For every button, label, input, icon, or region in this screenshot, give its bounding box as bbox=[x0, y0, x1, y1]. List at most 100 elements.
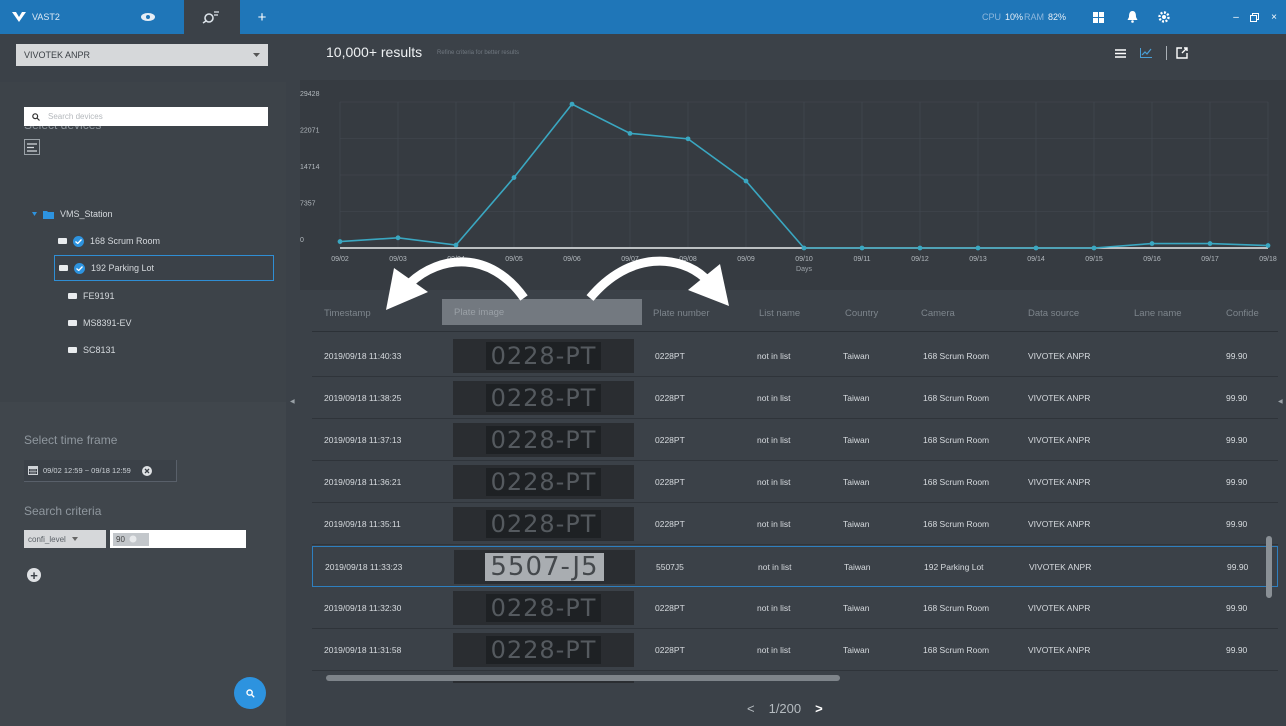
y-tick-label: 14714 bbox=[300, 164, 320, 171]
cell-country: Taiwan bbox=[843, 435, 870, 445]
criteria-value-input[interactable]: 90 bbox=[110, 530, 246, 548]
plate-image[interactable]: 0228-PT bbox=[453, 507, 634, 541]
column-header-country[interactable]: Country bbox=[845, 308, 878, 319]
settings-gear-icon[interactable] bbox=[1156, 9, 1172, 25]
tree-item-168-scrum-room[interactable]: 168 Scrum Room bbox=[58, 228, 160, 254]
results-table: Timestamp Plate image Plate number List … bbox=[312, 296, 1278, 683]
tree-item-vms-station[interactable]: VMS_Station bbox=[32, 201, 113, 227]
x-tick-label: 09/10 bbox=[795, 256, 813, 263]
search-button[interactable] bbox=[234, 677, 266, 709]
time-range-picker[interactable]: 09/02 12:59 ~ 09/18 12:59 bbox=[24, 460, 177, 482]
ram-value: 82% bbox=[1048, 12, 1067, 22]
plate-image[interactable]: 0228-PT bbox=[453, 381, 634, 415]
column-header-plate-image-dragging[interactable]: Plate image bbox=[442, 299, 642, 325]
table-row[interactable]: 2019/09/18 11:33:23 5507J5 not in list Taiw… bbox=[312, 546, 1278, 587]
plate-image[interactable]: 0228-PT bbox=[453, 465, 634, 499]
plate-image[interactable]: 0228-PT bbox=[453, 339, 634, 373]
plate-image[interactable]: 5507-J5 bbox=[454, 550, 635, 584]
checked-icon[interactable] bbox=[74, 262, 85, 274]
results-chart: 0 7357 14714 22071 29428 09/02 09/03 09/04 09/05… bbox=[300, 80, 1286, 290]
expand-panel-arrow-icon[interactable]: ◀ bbox=[1278, 398, 1283, 405]
add-tab-button[interactable]: + bbox=[252, 7, 272, 27]
tree-item-label: 192 Parking Lot bbox=[91, 263, 155, 273]
cell-data-source: VIVOTEK ANPR bbox=[1028, 393, 1091, 403]
criteria-field-select[interactable]: confi_level bbox=[24, 530, 106, 548]
camera-icon bbox=[59, 265, 68, 271]
cell-confidence: 99.90 bbox=[1226, 435, 1248, 445]
clear-icon[interactable] bbox=[141, 465, 152, 476]
table-row[interactable]: 2019/09/18 11:32:30 0228PT not in list Taiw… bbox=[312, 588, 1278, 629]
plate-image-text: 0228-PT bbox=[485, 510, 602, 538]
expand-arrow-icon bbox=[32, 211, 37, 216]
minimize-button[interactable]: – bbox=[1228, 9, 1244, 25]
add-criteria-button[interactable]: + bbox=[27, 568, 41, 582]
cell-plate-number: 0228PT bbox=[655, 645, 685, 655]
column-header-data-source[interactable]: Data source bbox=[1028, 308, 1079, 319]
search-icon bbox=[32, 112, 40, 121]
column-header-camera[interactable]: Camera bbox=[921, 308, 955, 319]
data-point bbox=[1149, 241, 1155, 246]
toolbar-divider bbox=[1166, 46, 1167, 60]
horizontal-scrollbar[interactable] bbox=[326, 675, 840, 681]
cell-list-name: not in list bbox=[757, 645, 791, 655]
plate-image[interactable]: 0228-PT bbox=[453, 633, 634, 667]
export-icon[interactable] bbox=[1174, 45, 1190, 61]
cell-plate-number: 0228PT bbox=[655, 435, 685, 445]
table-row[interactable]: 2019/09/18 11:36:21 0228PT not in list Taiw… bbox=[312, 462, 1278, 503]
tree-view-toggle-button[interactable] bbox=[24, 139, 40, 155]
plate-image[interactable]: 0228-PT bbox=[453, 591, 634, 625]
next-page-button[interactable]: > bbox=[815, 701, 823, 716]
search-icon bbox=[245, 688, 255, 698]
plate-image[interactable]: 0228-PT bbox=[453, 423, 634, 457]
vertical-scrollbar[interactable] bbox=[1266, 536, 1272, 598]
data-point bbox=[685, 136, 691, 142]
x-tick-label: 09/08 bbox=[679, 256, 697, 263]
prev-page-button[interactable]: < bbox=[747, 701, 755, 716]
plate-image-text: 5507-J5 bbox=[485, 553, 604, 581]
tree-item-sc8131[interactable]: SC8131 bbox=[68, 337, 116, 363]
table-row[interactable]: 2019/09/18 11:35:11 0228PT not in list Taiw… bbox=[312, 504, 1278, 545]
tree-item-label: VMS_Station bbox=[60, 209, 113, 219]
data-source-select[interactable]: VIVOTEK ANPR bbox=[16, 44, 268, 66]
restore-button[interactable] bbox=[1246, 9, 1262, 25]
sidebar: VIVOTEK ANPR bbox=[0, 34, 286, 726]
cell-camera: 168 Scrum Room bbox=[923, 645, 990, 655]
cell-timestamp: 2019/09/18 11:40:33 bbox=[324, 351, 402, 361]
column-header-lane-name[interactable]: Lane name bbox=[1134, 308, 1182, 319]
column-header-plate-number[interactable]: Plate number bbox=[653, 308, 710, 319]
cell-country: Taiwan bbox=[843, 393, 870, 403]
layout-grid-icon[interactable] bbox=[1090, 9, 1106, 25]
y-tick-label: 29428 bbox=[300, 91, 320, 98]
collapse-sidebar-arrow-icon[interactable]: ◀ bbox=[290, 398, 295, 405]
cell-confidence: 99.90 bbox=[1226, 645, 1248, 655]
tab-search[interactable] bbox=[184, 0, 240, 34]
data-source-value: VIVOTEK ANPR bbox=[24, 50, 91, 60]
bell-icon[interactable] bbox=[1124, 9, 1140, 25]
table-row[interactable]: 2019/09/18 11:31:58 0228PT not in list Taiw… bbox=[312, 630, 1278, 671]
data-point bbox=[511, 175, 517, 180]
chart-view-icon[interactable] bbox=[1138, 45, 1154, 61]
table-row[interactable]: 2019/09/18 11:38:25 0228PT not in list Taiw… bbox=[312, 378, 1278, 419]
list-view-icon[interactable] bbox=[1112, 45, 1128, 61]
tree-item-fe9191[interactable]: FE9191 bbox=[68, 283, 115, 309]
tree-item-192-parking-lot[interactable]: 192 Parking Lot bbox=[54, 255, 274, 281]
column-header-list-name[interactable]: List name bbox=[759, 308, 800, 319]
criteria-value-chip[interactable]: 90 bbox=[113, 532, 149, 546]
column-header-timestamp[interactable]: Timestamp bbox=[324, 308, 371, 319]
plate-image-text: 0228-PT bbox=[485, 636, 602, 664]
chip-remove-icon[interactable] bbox=[129, 535, 137, 543]
ram-label: RAM bbox=[1024, 12, 1044, 22]
cell-confidence: 99.90 bbox=[1226, 351, 1248, 361]
x-tick-label: 09/02 bbox=[331, 256, 349, 263]
table-row[interactable]: 2019/09/18 11:37:13 0228PT not in list Taiw… bbox=[312, 420, 1278, 461]
table-row[interactable]: 2019/09/18 11:40:33 0228PT not in list Taiw… bbox=[312, 336, 1278, 377]
column-header-confidence[interactable]: Confide bbox=[1226, 308, 1259, 319]
checked-icon[interactable] bbox=[73, 235, 84, 247]
device-search-input[interactable]: Search devices bbox=[24, 107, 268, 126]
camera-icon bbox=[68, 320, 77, 326]
tree-item-ms8391-ev[interactable]: MS8391-EV bbox=[68, 310, 132, 336]
tab-live-view[interactable] bbox=[128, 6, 168, 28]
close-button[interactable]: × bbox=[1266, 9, 1282, 25]
vivotek-logo-icon bbox=[12, 12, 26, 22]
cell-plate-number: 5507J5 bbox=[656, 562, 684, 572]
